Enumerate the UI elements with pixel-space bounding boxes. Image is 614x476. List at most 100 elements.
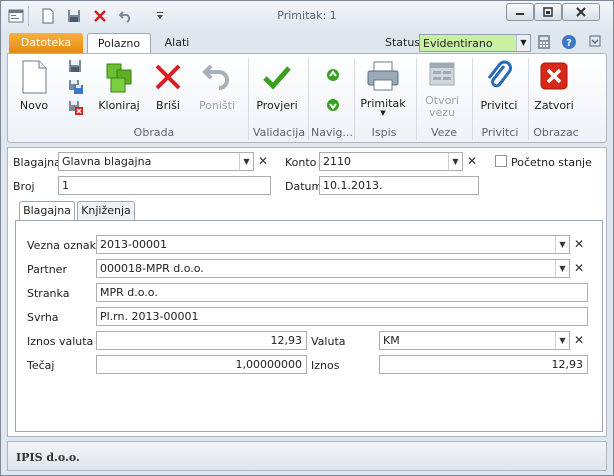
svrha-label: Svrha xyxy=(27,311,59,324)
stranka-value: MPR d.o.o. xyxy=(100,286,158,299)
iznos-valuta-input[interactable]: 12,93 xyxy=(96,331,307,350)
ribbon-separator xyxy=(308,58,309,140)
pocetno-stanje-checkbox[interactable] xyxy=(495,155,507,167)
chevron-down-icon[interactable]: ▼ xyxy=(555,236,569,253)
svrha-value: Pl.rn. 2013-00001 xyxy=(100,310,199,323)
tab-polazno[interactable]: Polazno xyxy=(87,33,151,53)
zatvori-button[interactable]: Zatvori xyxy=(530,60,578,112)
group-veze-label: Veze xyxy=(431,126,457,139)
pocetno-stanje-label: Početno stanje xyxy=(511,156,592,169)
zatvori-label: Zatvori xyxy=(534,99,574,112)
primitak-print-button[interactable]: Primitak ▼ xyxy=(358,60,408,117)
blagajna-dropdown[interactable]: Glavna blagajna ▼ xyxy=(58,152,254,171)
arrow-up-icon[interactable] xyxy=(326,68,340,85)
broj-label: Broj xyxy=(13,180,35,193)
tab-datoteka[interactable]: Datoteka xyxy=(9,33,83,53)
chevron-down-icon[interactable]: ▼ xyxy=(555,260,569,277)
chevron-down-icon[interactable]: ▼ xyxy=(555,332,569,349)
iznos-valuta-label: Iznos valuta xyxy=(27,335,94,348)
iznos-valuta-value: 12,93 xyxy=(270,334,303,347)
valuta-dropdown[interactable]: KM ▼ xyxy=(379,331,570,350)
checkmark-icon xyxy=(263,66,291,90)
help-icon[interactable]: ? xyxy=(561,34,577,53)
delete-icon xyxy=(155,64,181,90)
partner-label: Partner xyxy=(27,263,67,276)
ponisti-label: Poništi xyxy=(198,99,236,112)
vezna-oznaka-dropdown[interactable]: 2013-00001 ▼ xyxy=(96,235,570,254)
undo-icon xyxy=(202,64,229,90)
maximize-button[interactable] xyxy=(534,3,562,21)
group-validacija-label: Validacija xyxy=(252,126,306,139)
datum-input[interactable]: 10.1.2013. xyxy=(319,176,479,195)
valuta-label: Valuta xyxy=(311,335,346,348)
svg-text:?: ? xyxy=(566,38,572,49)
document-grid-icon xyxy=(429,62,455,86)
clear-partner-icon[interactable]: ✕ xyxy=(571,259,587,278)
provjeri-button[interactable]: Provjeri xyxy=(254,60,300,112)
broj-value: 1 xyxy=(62,179,69,192)
paperclip-icon xyxy=(487,60,512,88)
chevron-down-icon[interactable]: ▼ xyxy=(516,35,530,51)
provjeri-label: Provjeri xyxy=(256,99,298,112)
novo-button[interactable]: Novo xyxy=(14,60,54,112)
calculator-icon[interactable] xyxy=(537,34,551,53)
group-ispis-label: Ispis xyxy=(371,126,397,139)
partner-dropdown[interactable]: 000018-MPR d.o.o. ▼ xyxy=(96,259,570,278)
kloniraj-label: Kloniraj xyxy=(98,99,140,112)
status-dropdown[interactable]: Evidentirano ▼ xyxy=(419,34,531,52)
partner-value: 000018-MPR d.o.o. xyxy=(100,262,204,275)
minimize-ribbon-icon[interactable] xyxy=(589,35,601,50)
kloniraj-button[interactable]: Kloniraj xyxy=(96,60,142,112)
stranka-input[interactable]: MPR d.o.o. xyxy=(96,283,588,302)
clone-icon xyxy=(106,63,132,93)
ribbon: Novo Kloniraj Briši Poništi Obrada Provj… xyxy=(7,53,607,143)
status-bar: IPIS d.o.o. xyxy=(7,441,607,471)
otvori-vezu-button[interactable]: Otvori vezu xyxy=(418,60,466,119)
tab-blagajna[interactable]: Blagajna xyxy=(19,201,75,221)
save-and-close-icon[interactable] xyxy=(68,100,84,119)
chevron-down-icon[interactable]: ▼ xyxy=(239,153,253,170)
svrha-input[interactable]: Pl.rn. 2013-00001 xyxy=(96,307,588,326)
group-privitci-label: Privitci xyxy=(481,126,519,139)
clear-konto-icon[interactable]: ✕ xyxy=(464,152,480,171)
tab-alati[interactable]: Alati xyxy=(157,33,197,53)
clear-blagajna-icon[interactable]: ✕ xyxy=(255,152,271,171)
ponisti-button[interactable]: Poništi xyxy=(194,60,240,112)
group-obrazac-label: Obrazac xyxy=(533,126,579,139)
ribbon-separator xyxy=(248,58,249,140)
chevron-down-icon[interactable]: ▼ xyxy=(358,110,408,117)
status-value: Evidentirano xyxy=(423,37,493,50)
iznos-value: 12,93 xyxy=(551,358,584,371)
iznos-label: Iznos xyxy=(311,359,340,372)
minimize-button[interactable] xyxy=(506,3,534,21)
clear-valuta-icon[interactable]: ✕ xyxy=(571,331,587,350)
privitci-button[interactable]: Privitci xyxy=(474,60,524,112)
printer-icon xyxy=(367,61,399,91)
arrow-down-icon[interactable] xyxy=(326,98,340,115)
close-button[interactable] xyxy=(562,3,600,21)
iznos-input[interactable]: 12,93 xyxy=(379,355,588,374)
blagajna-label: Blagajna xyxy=(13,156,61,169)
valuta-value: KM xyxy=(383,334,400,347)
broj-input[interactable]: 1 xyxy=(58,176,271,195)
tecaj-input[interactable]: 1,00000000 xyxy=(96,355,307,374)
save-and-new-icon[interactable] xyxy=(68,79,84,98)
brisi-button[interactable]: Briši xyxy=(148,60,188,112)
chevron-down-icon[interactable]: ▼ xyxy=(448,153,462,170)
group-obrada-label: Obrada xyxy=(133,126,175,139)
blagajna-value: Glavna blagajna xyxy=(62,155,152,168)
datum-value: 10.1.2013. xyxy=(323,179,383,192)
ribbon-tab-row: Datoteka Polazno Alati Status Evidentira… xyxy=(1,31,613,53)
konto-dropdown[interactable]: 2110 ▼ xyxy=(319,152,463,171)
save-icon[interactable] xyxy=(68,59,82,76)
clear-vezna-oznaka-icon[interactable]: ✕ xyxy=(571,235,587,254)
konto-value: 2110 xyxy=(323,155,351,168)
status-label: Status xyxy=(385,36,421,49)
title-bar: Primitak: 1 xyxy=(1,1,613,31)
close-icon xyxy=(540,62,568,90)
tecaj-value: 1,00000000 xyxy=(235,358,302,371)
konto-label: Konto xyxy=(285,156,317,169)
company-name: IPIS d.o.o. xyxy=(16,451,80,464)
tab-knjizenja[interactable]: Knjiženja xyxy=(77,201,135,221)
otvori-vezu-label: Otvori vezu xyxy=(425,94,459,119)
